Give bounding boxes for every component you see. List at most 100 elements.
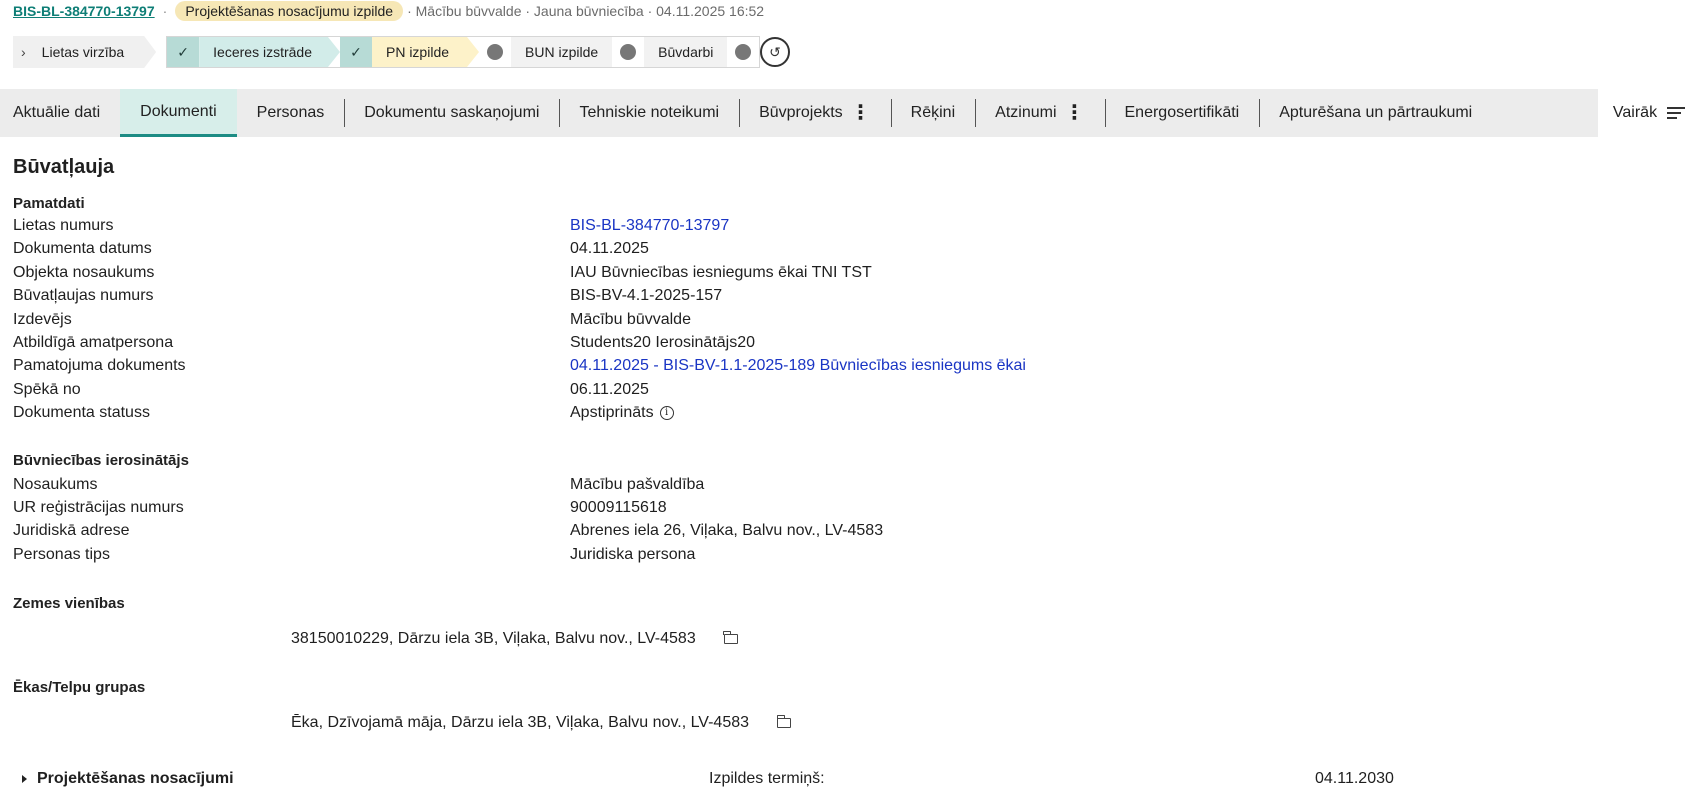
deadline-value: 04.11.2030 [1315,770,1394,787]
stage-badge: Projektēšanas nosacījumu izpilde [175,1,404,21]
kebab-menu-icon[interactable]: ⋮ [851,103,871,123]
workflow-start-button[interactable]: › Lietas virzība [13,36,156,68]
status-text: Apstiprināts [570,404,654,422]
tab-dokumenti[interactable]: Dokumenti [120,89,237,137]
more-label: Vairāk [1612,104,1658,121]
case-number-link[interactable]: BIS-BL-384770-13797 [570,214,729,237]
history-icon[interactable]: ↺ [760,37,790,67]
tab-label: Aktuālie dati [13,104,101,121]
field-row: Juridiskā adrese Abrenes iela 26, Viļaka,… [13,519,1700,542]
folder-icon[interactable] [776,715,792,729]
field-row: Personas tips Juridiska persona [13,543,1700,566]
info-icon[interactable]: i [659,405,674,420]
workflow-steps: ✓ Ieceres izstrāde ✓ PN izpilde BUN izpi… [166,36,761,68]
field-label: Lietas numurs [13,217,114,234]
tab-tehniskie-noteikumi[interactable]: Tehniskie noteikumi [559,89,739,137]
field-row: Lietas numurs BIS-BL-384770-13797 [13,214,1700,237]
field-label: Spēkā no [13,380,81,398]
workflow-step-label: PN izpilde [372,37,479,67]
kebab-menu-icon[interactable]: ⋮ [1065,103,1085,123]
field-value: Students20 Ierosinātājs20 [570,333,756,351]
building-text: Ēka, Dzīvojamā māja, Dārzu iela 3B, Viļa… [291,714,750,732]
section-title-ekas: Ēkas/Telpu grupas [13,679,146,697]
menu-lines-icon [1667,104,1686,122]
tab-aptursana[interactable]: Apturēšana un pārtraukumi [1259,89,1492,137]
tab-label: Dokumentu saskaņojumi [364,104,540,121]
chevron-right-icon: › [21,44,26,60]
workflow-stepper: › Lietas virzība ✓ Ieceres izstrāde ✓ PN… [13,36,761,68]
field-label: Atbildīgā amatpersona [13,333,174,351]
caret-right-icon [22,775,27,783]
tab-buvprojekts[interactable]: Būvprojekts ⋮ [739,89,891,137]
tab-label: Energosertifikāti [1124,104,1240,121]
more-menu-button[interactable]: Vairāk [1598,89,1700,137]
tab-label: Dokumenti [140,102,217,120]
workflow-step-ieceres[interactable]: ✓ Ieceres izstrāde [167,37,340,67]
field-row: Pamatojuma dokuments 04.11.2025 - BIS-BV-… [13,354,1700,377]
field-row: Objekta nosaukums IAU Būvniecības iesnieg… [13,261,1700,284]
workflow-step-bun[interactable]: BUN izpilde [479,37,613,67]
tab-dokumentu-saskanojumi[interactable]: Dokumentu saskaņojumi [344,89,559,137]
check-icon: ✓ [339,37,372,67]
case-header: BIS-BL-384770-13797 · Projektēšanas nosa… [13,0,764,22]
workflow-step-pn[interactable]: ✓ PN izpilde [339,37,479,67]
field-value: IAU Būvniecības iesniegums ēkai TNI TST [570,263,872,281]
tab-energosertifikati[interactable]: Energosertifikāti [1104,89,1260,137]
pending-dot-icon [727,37,760,67]
field-row: Izdevējs Mācību būvvalde [13,308,1700,331]
field-value: Mācību pašvaldība [570,475,705,493]
field-row: Atbildīgā amatpersona Students20 Ierosinā… [13,331,1700,354]
field-value: 90009115618 [570,498,667,516]
workflow-step-label: Būvdarbi [644,37,728,67]
tab-personas[interactable]: Personas [237,89,345,137]
section-title-pamatdati: Pamatdati [13,195,85,212]
field-label: UR reģistrācijas numurs [13,498,184,516]
tab-rekini[interactable]: Rēķini [890,89,975,137]
design-conditions-title: Projektēšanas nosacījumi [37,770,234,787]
workflow-step-buvdarbi[interactable]: Būvdarbi [612,37,760,67]
field-label: Izdevējs [13,310,72,328]
pending-dot-icon [479,37,512,67]
tab-label: Personas [256,104,325,121]
field-row: Būvatļaujas numurs BIS-BV-4.1-2025-157 [13,284,1700,307]
pending-dot-icon [612,37,645,67]
field-label: Personas tips [13,545,110,563]
separator: · [162,3,168,19]
tab-label: Rēķini [910,104,956,121]
tab-aktualie-dati[interactable]: Aktuālie dati [0,89,120,137]
field-value: Juridiska persona [570,545,696,563]
field-value: Mācību būvvalde [570,310,691,328]
field-label: Objekta nosaukums [13,263,155,281]
case-id-link[interactable]: BIS-BL-384770-13797 [13,3,155,19]
field-row: Spēkā no 06.11.2025 [13,378,1700,401]
page-title: Būvatļauja [13,156,115,178]
tab-bar: Aktuālie dati Dokumenti Personas Dokumen… [0,89,1700,137]
field-value: BIS-BV-4.1-2025-157 [570,287,723,305]
field-row: Dokumenta statuss Apstiprināts i [13,401,1700,424]
tab-label: Atzinumi [995,104,1057,121]
field-row: UR reģistrācijas numurs 90009115618 [13,496,1700,519]
field-label: Nosaukums [13,475,98,493]
folder-icon[interactable] [723,631,738,645]
section-title-ierosinatajs: Būvniecības ierosinātājs [13,451,189,469]
document-content: Būvatļauja Pamatdati Lietas numurs BIS-BL… [13,150,1700,734]
design-conditions-row: Projektēšanas nosacījumi Izpildes termiņ… [0,764,1700,794]
field-label: Juridiskā adrese [13,522,130,540]
tab-label: Apturēšana un pārtraukumi [1279,104,1473,121]
field-label: Būvatļaujas numurs [13,287,154,305]
field-value: Abrenes iela 26, Viļaka, Balvu nov., LV-… [570,522,884,540]
workflow-start-label: Lietas virzība [41,44,125,60]
field-label: Pamatojuma dokuments [13,357,186,375]
workflow-step-label: BUN izpilde [511,37,613,67]
workflow-step-label: Ieceres izstrāde [199,37,340,67]
status-value: Apstiprināts i [570,401,674,424]
land-unit-text: 38150010229, Dārzu iela 3B, Viļaka, Balv… [291,630,696,648]
tab-atzinumi[interactable]: Atzinumi ⋮ [975,89,1104,137]
field-row: Dokumenta datums 04.11.2025 [13,237,1700,260]
field-value: 06.11.2025 [570,380,649,398]
building-item: Ēka, Dzīvojamā māja, Dārzu iela 3B, Viļa… [291,712,1700,734]
field-row: Nosaukums Mācību pašvaldība [13,473,1700,496]
design-conditions-toggle[interactable]: Projektēšanas nosacījumi [22,770,234,788]
field-label: Dokumenta statuss [13,404,150,422]
basis-document-link[interactable]: 04.11.2025 - BIS-BV-1.1-2025-189 Būvniec… [570,354,1026,377]
